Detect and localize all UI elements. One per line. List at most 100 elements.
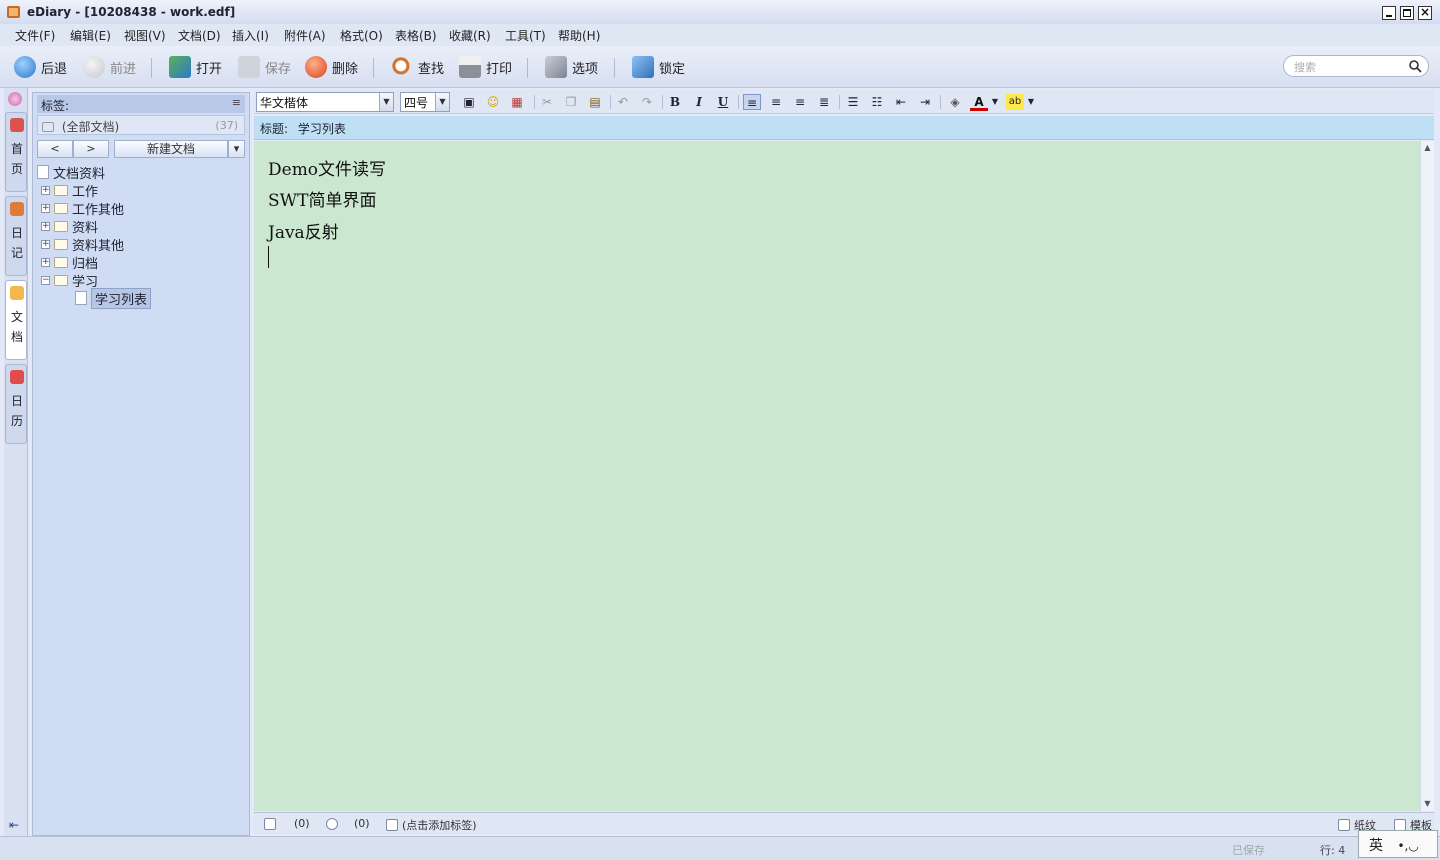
ime-indicator[interactable]: 英 •,◡ xyxy=(1358,830,1438,858)
insert-image-icon[interactable]: ▣ xyxy=(460,94,478,110)
search-input[interactable]: 搜索 xyxy=(1283,55,1429,77)
format-divider xyxy=(940,95,941,109)
vertical-scrollbar[interactable]: ▲ ▼ xyxy=(1420,141,1434,811)
sidebar-forward-button[interactable]: > xyxy=(73,140,109,158)
copy-icon[interactable]: ❐ xyxy=(562,94,580,110)
align-center-icon[interactable]: ≡ xyxy=(767,94,785,110)
forward-button[interactable]: 前进 xyxy=(83,55,136,79)
maximize-button[interactable] xyxy=(1400,6,1414,20)
outdent-icon[interactable]: ⇤ xyxy=(892,94,910,110)
document-title-input[interactable]: 学习列表 xyxy=(298,122,346,136)
font-color-dropdown[interactable]: ▼ xyxy=(990,94,1000,110)
menu-file[interactable]: 文件(F) xyxy=(15,27,55,44)
expand-icon[interactable]: + xyxy=(41,239,50,249)
menu-edit[interactable]: 编辑(E) xyxy=(70,27,111,44)
tree-folder-work[interactable]: + 工作 xyxy=(41,181,98,200)
save-button[interactable]: 保存 xyxy=(238,55,291,79)
editor-line[interactable]: SWT简单界面 xyxy=(268,186,376,211)
format-divider xyxy=(839,95,840,109)
indent-icon[interactable]: ⇥ xyxy=(916,94,934,110)
bold-icon[interactable]: B xyxy=(666,94,684,110)
format-toolbar: 华文楷体 ▼ 四号 ▼ ▣ ☺ ▦ ✂ ❐ ▤ ↶ ↷ B I U ≡ ≡ ≡ … xyxy=(254,90,1434,114)
undo-icon[interactable]: ↶ xyxy=(614,94,632,110)
tab-calendar[interactable]: 日历 xyxy=(5,364,27,444)
main-toolbar: 后退 前进 打开 保存 删除 查找 打印 选项 锁定 xyxy=(0,46,1440,88)
document-title-bar: 标题: 学习列表 xyxy=(254,116,1434,140)
new-document-button[interactable]: 新建文档 xyxy=(114,140,228,158)
scroll-down-icon[interactable]: ▼ xyxy=(1421,797,1434,811)
tab-home[interactable]: 首页 xyxy=(5,112,27,192)
new-document-dropdown[interactable]: ▾ xyxy=(228,140,245,158)
tree-folder-work-other[interactable]: + 工作其他 xyxy=(41,199,124,218)
open-button[interactable]: 打开 xyxy=(169,55,222,79)
folder-icon xyxy=(54,238,68,250)
menu-help[interactable]: 帮助(H) xyxy=(558,27,600,44)
document-editor[interactable]: Demo文件读写 SWT简单界面 Java反射 xyxy=(254,141,1420,811)
lock-button[interactable]: 锁定 xyxy=(632,55,685,79)
toolbar-divider xyxy=(373,58,374,78)
tree-folder-materials[interactable]: + 资料 xyxy=(41,217,98,236)
collapse-panel-icon[interactable]: ⇤ xyxy=(9,818,19,832)
close-button[interactable]: × xyxy=(1418,5,1432,20)
print-button[interactable]: 打印 xyxy=(459,55,512,79)
menu-table[interactable]: 表格(B) xyxy=(395,27,437,44)
tree-root[interactable]: 文档资料 xyxy=(37,163,105,182)
font-color-icon[interactable]: A xyxy=(970,94,988,111)
tree-folder-archive[interactable]: + 归档 xyxy=(41,253,98,272)
menu-insert[interactable]: 插入(I) xyxy=(232,27,269,44)
scroll-up-icon[interactable]: ▲ xyxy=(1421,141,1434,155)
all-documents-tag[interactable]: (全部文档) (37) xyxy=(37,115,245,135)
find-button[interactable]: 查找 xyxy=(391,55,444,79)
menu-favorites[interactable]: 收藏(R) xyxy=(449,27,491,44)
tab-docs[interactable]: 文档 xyxy=(5,280,27,360)
collapse-icon[interactable]: − xyxy=(41,275,50,285)
expand-icon[interactable]: + xyxy=(41,203,50,213)
comments-indicator[interactable]: (0) xyxy=(326,817,370,830)
expand-icon[interactable]: + xyxy=(41,257,50,267)
bullet-list-icon[interactable]: ☰ xyxy=(844,94,862,110)
menu-attachment[interactable]: 附件(A) xyxy=(284,27,326,44)
diary-icon xyxy=(10,202,24,216)
highlight-dropdown[interactable]: ▼ xyxy=(1026,94,1036,110)
tree-doc-study-list[interactable]: 学习列表 xyxy=(75,287,152,309)
search-icon[interactable] xyxy=(1408,59,1422,73)
font-size-select[interactable]: 四号 ▼ xyxy=(400,92,450,112)
insert-emoji-icon[interactable]: ☺ xyxy=(484,94,502,110)
attachments-indicator[interactable]: (0) xyxy=(264,817,310,830)
menu-tools[interactable]: 工具(T) xyxy=(505,27,546,44)
expand-icon[interactable]: + xyxy=(41,221,50,231)
highlight-icon[interactable]: ab xyxy=(1006,94,1024,110)
sidebar-back-button[interactable]: < xyxy=(37,140,73,158)
selected-document-label: 学习列表 xyxy=(91,287,152,309)
align-justify-icon[interactable]: ≣ xyxy=(815,94,833,110)
menu-document[interactable]: 文档(D) xyxy=(178,27,221,44)
tags-menu-icon[interactable]: ≡ xyxy=(232,96,241,109)
tree-folder-materials-other[interactable]: + 资料其他 xyxy=(41,235,124,254)
align-left-icon[interactable]: ≡ xyxy=(743,94,761,110)
folder-icon xyxy=(54,256,68,268)
menu-view[interactable]: 视图(V) xyxy=(124,27,166,44)
comment-icon xyxy=(326,817,338,830)
align-right-icon[interactable]: ≡ xyxy=(791,94,809,110)
expand-icon[interactable]: + xyxy=(41,185,50,195)
options-button[interactable]: 选项 xyxy=(545,55,598,79)
paste-icon[interactable]: ▤ xyxy=(586,94,604,110)
italic-icon[interactable]: I xyxy=(690,94,708,110)
editor-line[interactable]: Java反射 xyxy=(268,218,339,243)
minimize-button[interactable] xyxy=(1382,6,1396,20)
tab-diary[interactable]: 日记 xyxy=(5,196,27,276)
cut-icon[interactable]: ✂ xyxy=(538,94,556,110)
numbered-list-icon[interactable]: ☷ xyxy=(868,94,886,110)
fill-color-icon[interactable]: ◈ xyxy=(946,94,964,110)
menu-format[interactable]: 格式(O) xyxy=(340,27,383,44)
left-nav-tabs: 首页 日记 文档 日历 ⇤ xyxy=(4,88,28,836)
back-button[interactable]: 后退 xyxy=(14,55,67,79)
font-family-select[interactable]: 华文楷体 ▼ xyxy=(256,92,394,112)
underline-icon[interactable]: U xyxy=(714,94,732,110)
tree-folder-study[interactable]: − 学习 xyxy=(41,271,98,290)
delete-button[interactable]: 删除 xyxy=(305,55,358,79)
editor-line[interactable]: Demo文件读写 xyxy=(268,155,386,180)
insert-date-icon[interactable]: ▦ xyxy=(508,94,526,110)
redo-icon[interactable]: ↷ xyxy=(638,94,656,110)
add-tag-link[interactable]: (点击添加标签) xyxy=(386,817,477,833)
